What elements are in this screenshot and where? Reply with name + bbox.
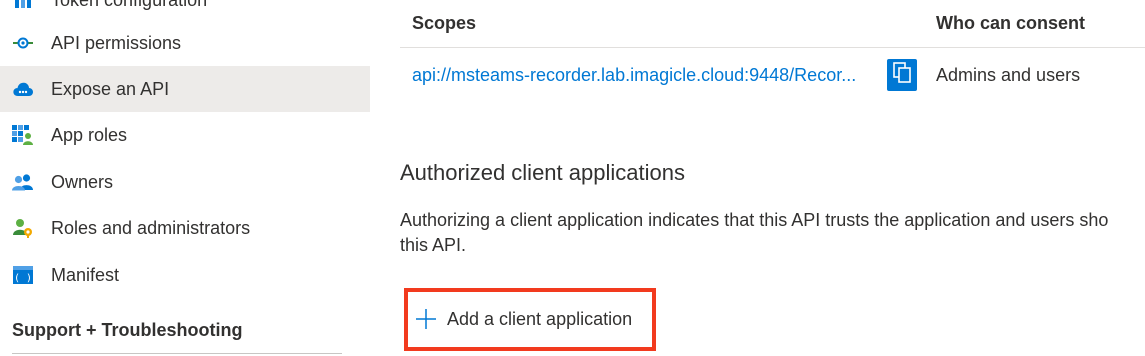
section-divider [12,353,342,354]
owners-icon [12,171,34,193]
sidebar-item-label: Owners [51,171,114,192]
sidebar: Token configuration API permissions Expo… [0,0,370,356]
sidebar-item-manifest[interactable]: ( ) Manifest [0,252,370,298]
description-line: Authorizing a client application indicat… [400,210,1109,230]
sidebar-item-roles-and-administrators[interactable]: Roles and administrators [0,205,370,251]
app-roles-icon [12,124,34,146]
description-line: this API. [400,235,467,255]
sidebar-item-label: Expose an API [51,78,170,99]
sidebar-item-api-permissions[interactable]: API permissions [0,20,370,66]
sidebar-item-owners[interactable]: Owners [0,159,370,205]
main-content: Scopes Who can consent api://msteams-rec… [370,0,1145,356]
add-client-application-button[interactable]: Add a client application [415,308,632,330]
column-header-scopes: Scopes [412,13,477,33]
manifest-icon: ( ) [12,264,34,286]
scope-link[interactable]: api://msteams-recorder.lab.imagicle.clou… [412,65,856,86]
section-description: Authorizing a client application indicat… [400,208,1108,258]
svg-text:( ): ( ) [14,273,32,284]
sidebar-item-app-roles[interactable]: App roles [0,112,370,158]
who-can-consent-value: Admins and users [936,65,1081,85]
plus-icon [415,308,437,330]
sidebar-item-label: Manifest [51,264,120,285]
roles-administrators-icon [12,217,34,239]
table-header-divider [400,47,1145,48]
copy-icon [892,61,912,89]
sidebar-item-label: Token configuration [51,0,207,11]
token-configuration-icon [12,0,34,11]
sidebar-item-label: API permissions [51,32,182,53]
copy-button[interactable] [887,59,917,91]
cloud-icon [12,78,34,100]
sidebar-item-label: Roles and administrators [51,217,251,238]
sidebar-item-expose-an-api[interactable]: Expose an API [0,66,370,112]
add-client-application-label: Add a client application [447,308,633,329]
section-header-support: Support + Troubleshooting [12,320,243,340]
sidebar-item-label: App roles [51,124,128,145]
column-header-who-can-consent: Who can consent [936,13,1086,33]
api-permissions-icon [12,32,34,54]
section-title-authorized-clients: Authorized client applications [400,160,685,185]
